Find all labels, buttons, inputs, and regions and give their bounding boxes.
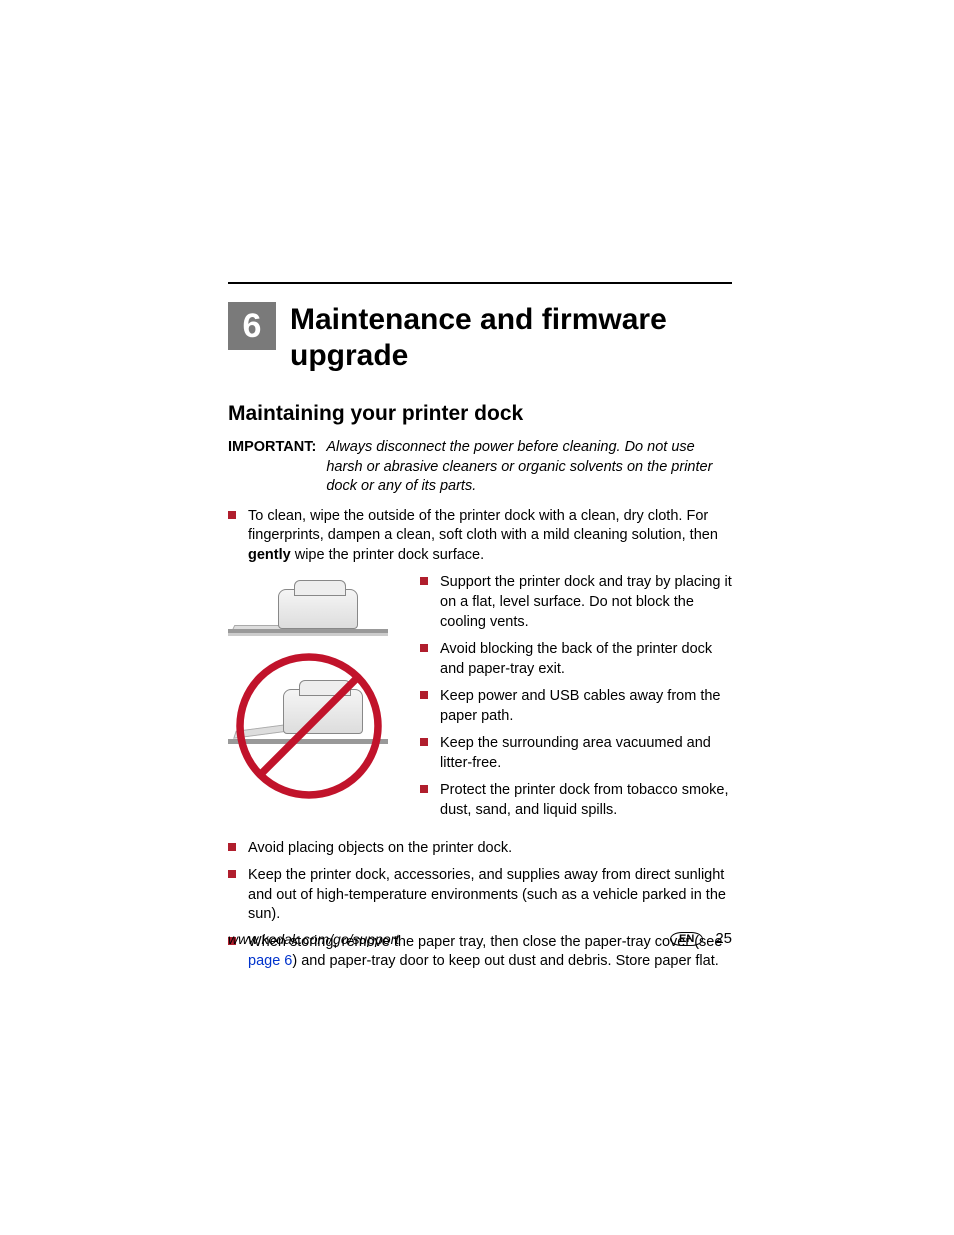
printer-prohibited-illustration [228,649,388,804]
list-item: Avoid blocking the back of the printer d… [420,640,732,679]
chapter-title: Maintenance and firmware upgrade [290,302,732,374]
illustration-row: Support the printer dock and tray by pla… [228,573,732,828]
list-item: Avoid placing objects on the printer doc… [228,839,732,859]
page-footer: www.kodak.com/go/support EN 25 [228,930,732,947]
printer-on-shelf-illustration [228,573,388,643]
bullet-list-bottom: Avoid placing objects on the printer doc… [228,839,732,972]
list-item: Keep the printer dock, accessories, and … [228,866,732,925]
section-title: Maintaining your printer dock [228,402,732,426]
rule-top [228,282,732,284]
footer-url: www.kodak.com/go/support [228,931,399,947]
page-content: 6 Maintenance and firmware upgrade Maint… [228,282,732,980]
bullet-list-top: To clean, wipe the outside of the printe… [228,507,732,566]
list-item: Keep the surrounding area vacuumed and l… [420,734,732,773]
list-item: Keep power and USB cables away from the … [420,687,732,726]
prohibit-icon [234,651,384,801]
illustration-column [228,573,408,828]
text-pre: To clean, wipe the outside of the printe… [248,508,718,544]
printer-dock-shape [278,589,358,629]
list-item: Support the printer dock and tray by pla… [420,573,732,632]
text-post: wipe the printer dock surface. [291,547,484,563]
important-text: Always disconnect the power before clean… [322,438,732,497]
shelf-shape [228,629,388,633]
page-link[interactable]: page 6 [248,953,292,969]
text-post: ) and paper-tray door to keep out dust a… [292,953,718,969]
list-item: Protect the printer dock from tobacco sm… [420,781,732,820]
chapter-number: 6 [243,307,262,346]
language-badge: EN [670,932,703,946]
bullet-list-side: Support the printer dock and tray by pla… [420,573,732,828]
chapter-number-box: 6 [228,302,276,350]
important-label: IMPORTANT: [228,438,316,497]
chapter-heading: 6 Maintenance and firmware upgrade [228,302,732,374]
page-number: 25 [715,930,732,947]
text-bold: gently [248,547,291,563]
important-notice: IMPORTANT: Always disconnect the power b… [228,438,732,497]
list-item: To clean, wipe the outside of the printe… [228,507,732,566]
footer-right: EN 25 [670,930,732,947]
